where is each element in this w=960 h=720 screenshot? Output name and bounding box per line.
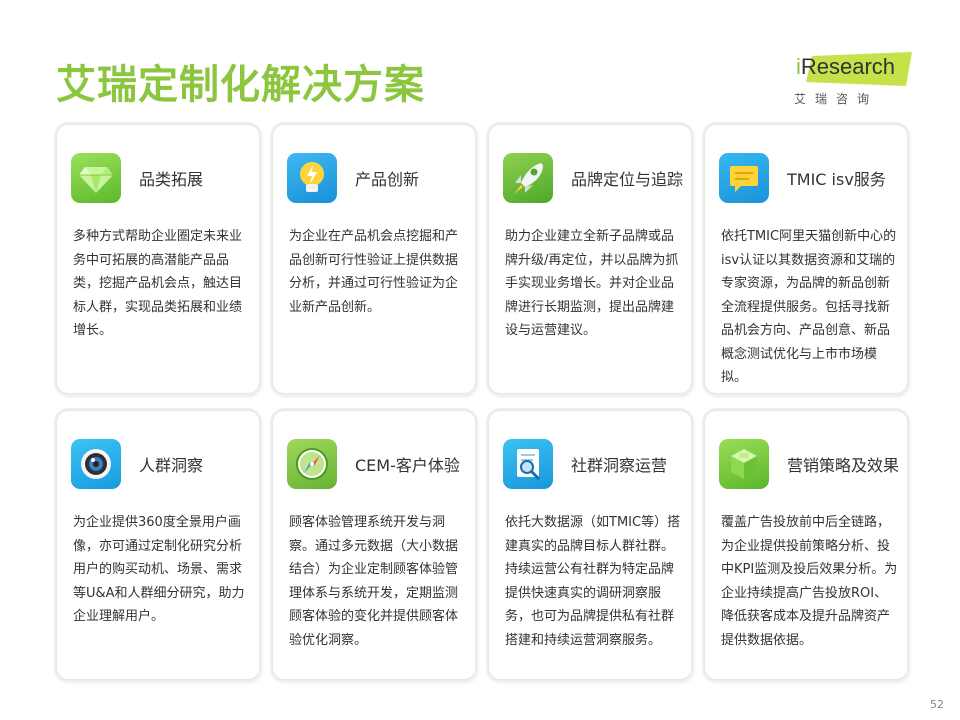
card-description: 覆盖广告投放前中后全链路，为企业提供投前策略分析、投中KPI监测及投后效果分析。… [721,515,898,648]
page-title: 艾瑞定制化解决方案 [56,62,425,108]
card-title: CEM-客户体验 [355,456,460,475]
card-title: TMIC isv服务 [787,170,886,189]
cube-icon [719,439,769,489]
card-description: 为企业提供360度全景用户画像，亦可通过定制化研究分析用户的购买动机、场景、需求… [73,515,245,624]
card-title: 品类拓展 [139,170,204,189]
compass-icon [287,439,337,489]
card-title: 社群洞察运营 [571,456,668,475]
diamond-icon [71,153,121,203]
card-title: 产品创新 [355,170,420,189]
card-marketing-strategy: 营销策略及效果 覆盖广告投放前中后全链路，为企业提供投前策略分析、投中KPI监测… [704,410,908,680]
card-cem: CEM-客户体验 顾客体验管理系统开发与洞察。通过多元数据（大小数据结合）为企业… [272,410,476,680]
card-title: 营销策略及效果 [787,456,900,475]
card-description: 依托大数据源（如TMIC等）搭建真实的品牌目标人群社群。持续运营公有社群为特定品… [505,515,681,648]
page-number: 52 [930,698,944,711]
lightbulb-icon [287,153,337,203]
card-description: 依托TMIC阿里天猫创新中心的isv认证以其数据资源和艾瑞的专家资源，为品牌的新… [721,229,897,385]
card-audience-insight: 人群洞察 为企业提供360度全景用户画像，亦可通过定制化研究分析用户的购买动机、… [56,410,260,680]
iresearch-logo: iResearch 艾瑞咨询 [792,52,912,108]
chat-icon [719,153,769,203]
card-description: 顾客体验管理系统开发与洞察。通过多元数据（大小数据结合）为企业定制顾客体验管理体… [289,515,459,648]
rocket-icon [503,153,553,203]
card-description: 多种方式帮助企业圈定未来业务中可拓展的高潜能产品品类，挖掘产品机会点，触达目标人… [73,229,243,338]
card-brand-positioning: 品牌定位与追踪 助力企业建立全新子品牌或品牌升级/再定位，并以品牌为抓手实现业务… [488,124,692,394]
logo-wordmark: iResearch [796,54,896,79]
card-title: 品牌定位与追踪 [571,170,684,189]
card-category-expansion: 品类拓展 多种方式帮助企业圈定未来业务中可拓展的高潜能产品品类，挖掘产品机会点，… [56,124,260,394]
card-tmic-isv: TMIC isv服务 依托TMIC阿里天猫创新中心的isv认证以其数据资源和艾瑞… [704,124,908,394]
card-title: 人群洞察 [139,456,204,475]
camera-lens-icon [71,439,121,489]
logo-subtitle: 艾瑞咨询 [794,92,879,106]
card-product-innovation: 产品创新 为企业在产品机会点挖掘和产品创新可行性验证上提供数据分析，并通过可行性… [272,124,476,394]
card-description: 为企业在产品机会点挖掘和产品创新可行性验证上提供数据分析，并通过可行性验证为企业… [289,229,459,315]
card-description: 助力企业建立全新子品牌或品牌升级/再定位，并以品牌为抓手实现业务增长。并对企业品… [505,229,679,338]
magnifier-document-icon [503,439,553,489]
card-community-insight: 社群洞察运营 依托大数据源（如TMIC等）搭建真实的品牌目标人群社群。持续运营公… [488,410,692,680]
